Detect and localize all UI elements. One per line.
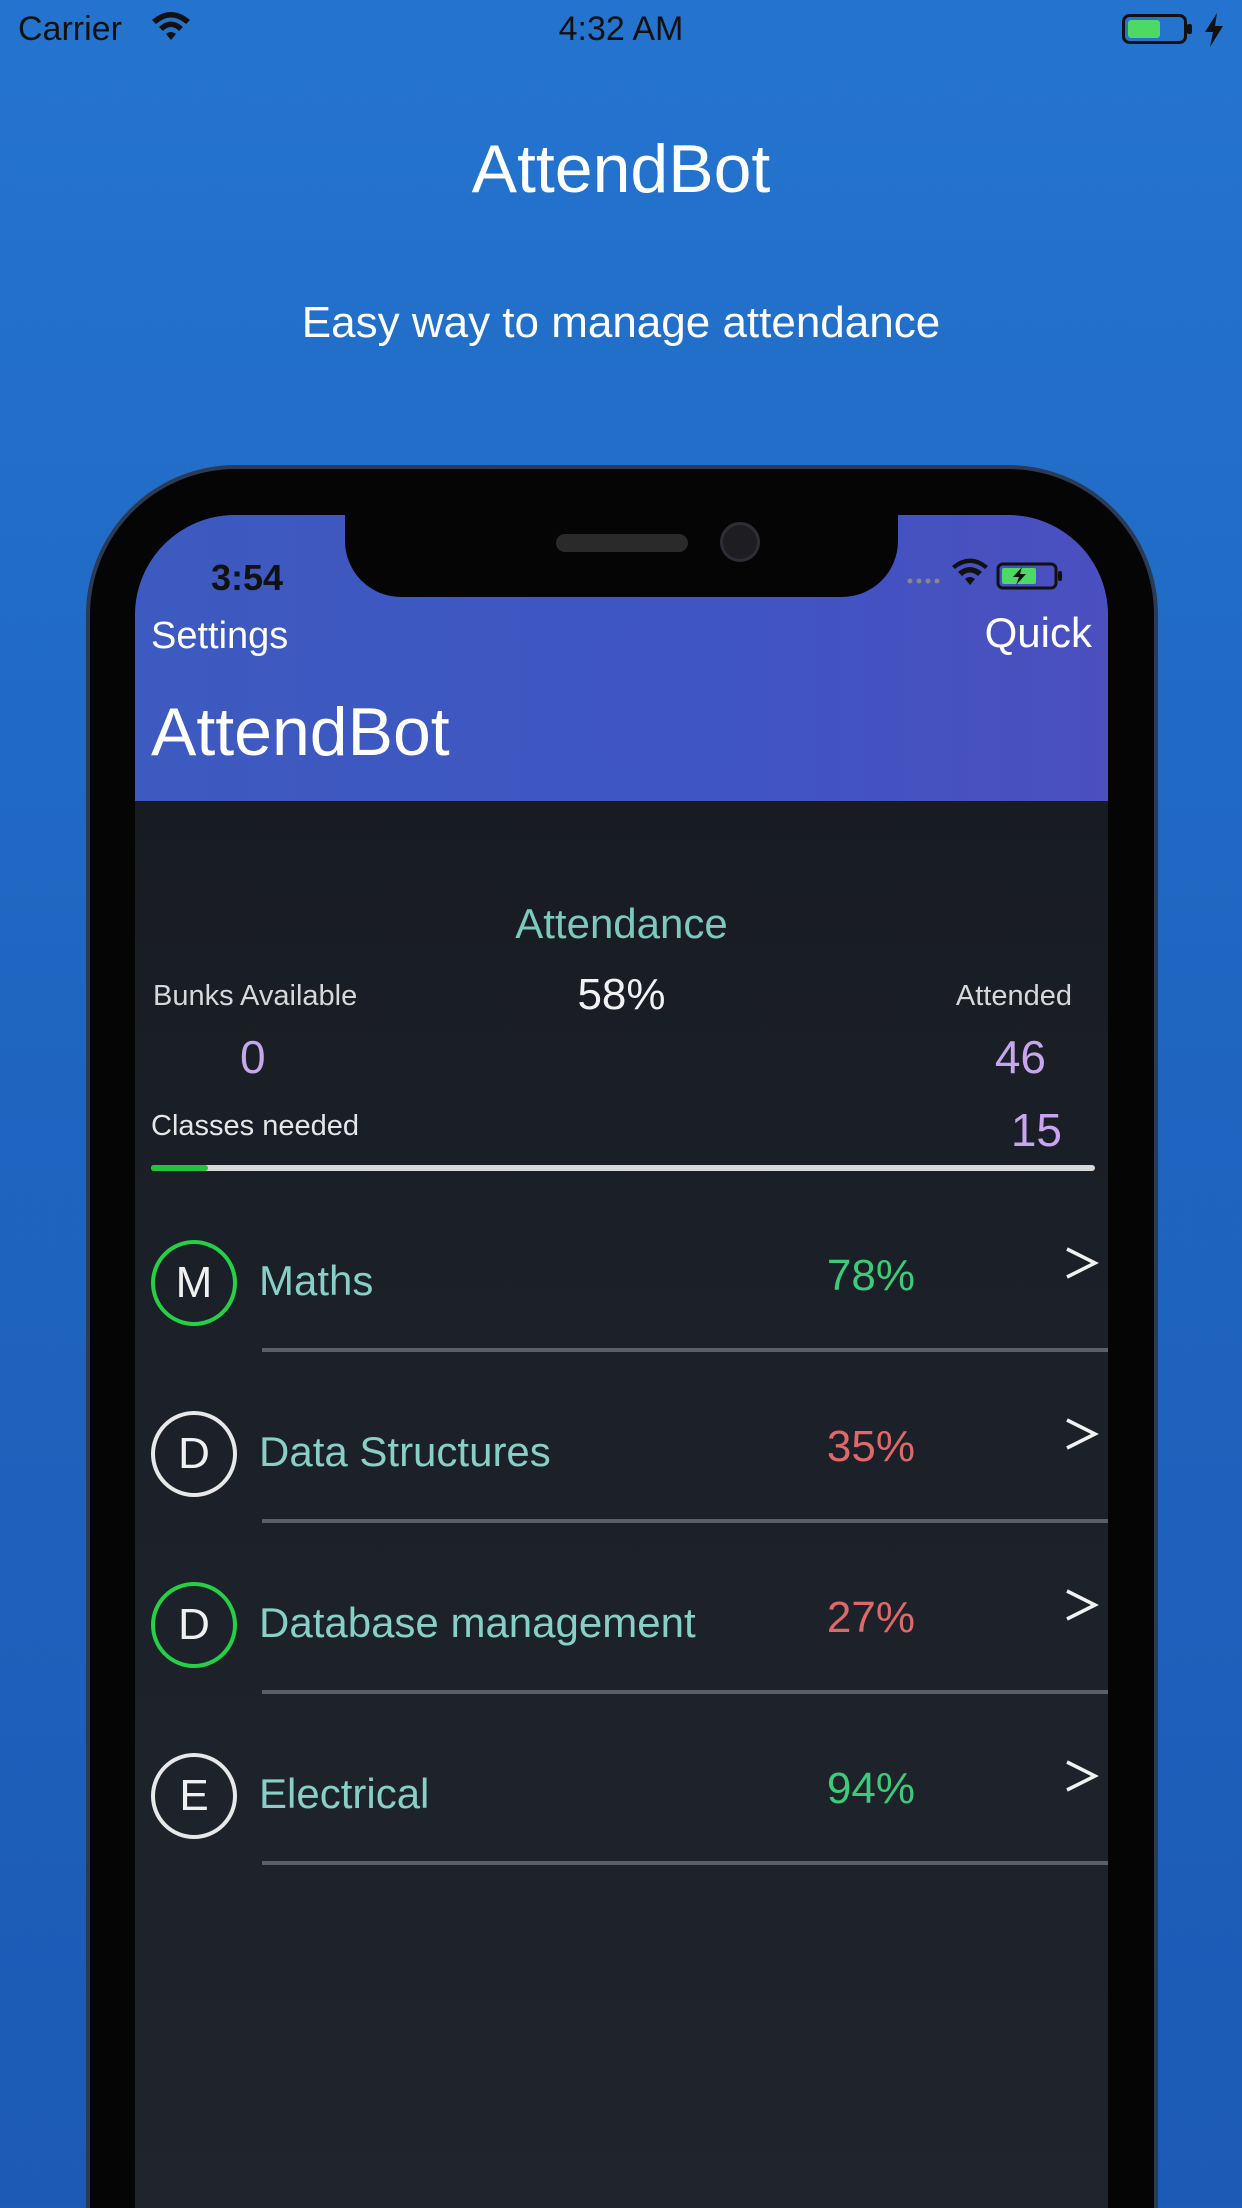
bunks-available-value: 0 — [240, 1031, 266, 1083]
subject-row-maths[interactable]: M Maths 78% — [135, 1205, 1108, 1375]
subject-name: Data Structures — [259, 1428, 551, 1475]
chevron-right-icon[interactable] — [1063, 1585, 1099, 1625]
attendance-heading: Attendance — [515, 900, 728, 947]
row-divider — [262, 1348, 1108, 1352]
subject-name: Database management — [259, 1599, 696, 1646]
app-title: AttendBot — [151, 694, 450, 770]
device-status-icons — [907, 558, 1062, 590]
subject-initial-badge: D — [151, 1411, 237, 1497]
settings-button[interactable]: Settings — [151, 615, 288, 658]
chevron-right-icon[interactable] — [1063, 1756, 1099, 1796]
wifi-icon — [952, 558, 988, 585]
subject-row-data-structures[interactable]: D Data Structures 35% — [135, 1376, 1108, 1546]
hero-subtitle: Easy way to manage attendance — [301, 298, 941, 347]
attendance-progress-fill — [151, 1165, 208, 1171]
subject-percent: 78% — [826, 1251, 915, 1300]
subject-initial-badge: D — [151, 1582, 237, 1668]
subject-initial-badge: M — [151, 1240, 237, 1326]
subject-row-electrical[interactable]: E Electrical 94% — [135, 1718, 1108, 1888]
row-divider — [262, 1519, 1108, 1523]
chevron-right-icon[interactable] — [1063, 1243, 1099, 1283]
quick-button[interactable]: Quick — [985, 609, 1092, 657]
bunks-available-label: Bunks Available — [153, 980, 358, 1012]
hero-title: AttendBot — [471, 131, 771, 207]
classes-needed-value: 15 — [1010, 1104, 1062, 1156]
subject-name: Maths — [259, 1257, 374, 1304]
row-divider — [262, 1690, 1108, 1694]
subject-percent: 94% — [826, 1764, 915, 1813]
attended-value: 46 — [994, 1031, 1046, 1083]
charging-bolt-icon — [1205, 13, 1223, 47]
subject-percent: 35% — [826, 1422, 915, 1471]
subject-percent: 27% — [826, 1593, 915, 1642]
attended-label: Attended — [955, 980, 1072, 1012]
attendance-progress-bar — [151, 1165, 1095, 1171]
battery-icon — [1122, 14, 1192, 44]
battery-icon — [996, 562, 1062, 590]
subject-initial-badge: E — [151, 1753, 237, 1839]
row-divider — [262, 1861, 1108, 1865]
phone-screen: 3:54 Settings Quick AttendBot Attendance… — [135, 515, 1108, 2208]
signal-icon — [907, 578, 940, 584]
subject-name: Electrical — [259, 1770, 430, 1817]
chevron-right-icon[interactable] — [1063, 1414, 1099, 1454]
camera-icon — [720, 522, 760, 562]
status-bar: Carrier 4:32 AM — [0, 0, 1242, 60]
device-notch — [345, 515, 898, 597]
clock: 4:32 AM — [558, 10, 684, 48]
subject-row-database-management[interactable]: D Database management 27% — [135, 1547, 1108, 1717]
classes-needed-label: Classes needed — [151, 1110, 359, 1142]
device-clock: 3:54 — [211, 557, 284, 598]
device-speaker — [556, 534, 688, 552]
